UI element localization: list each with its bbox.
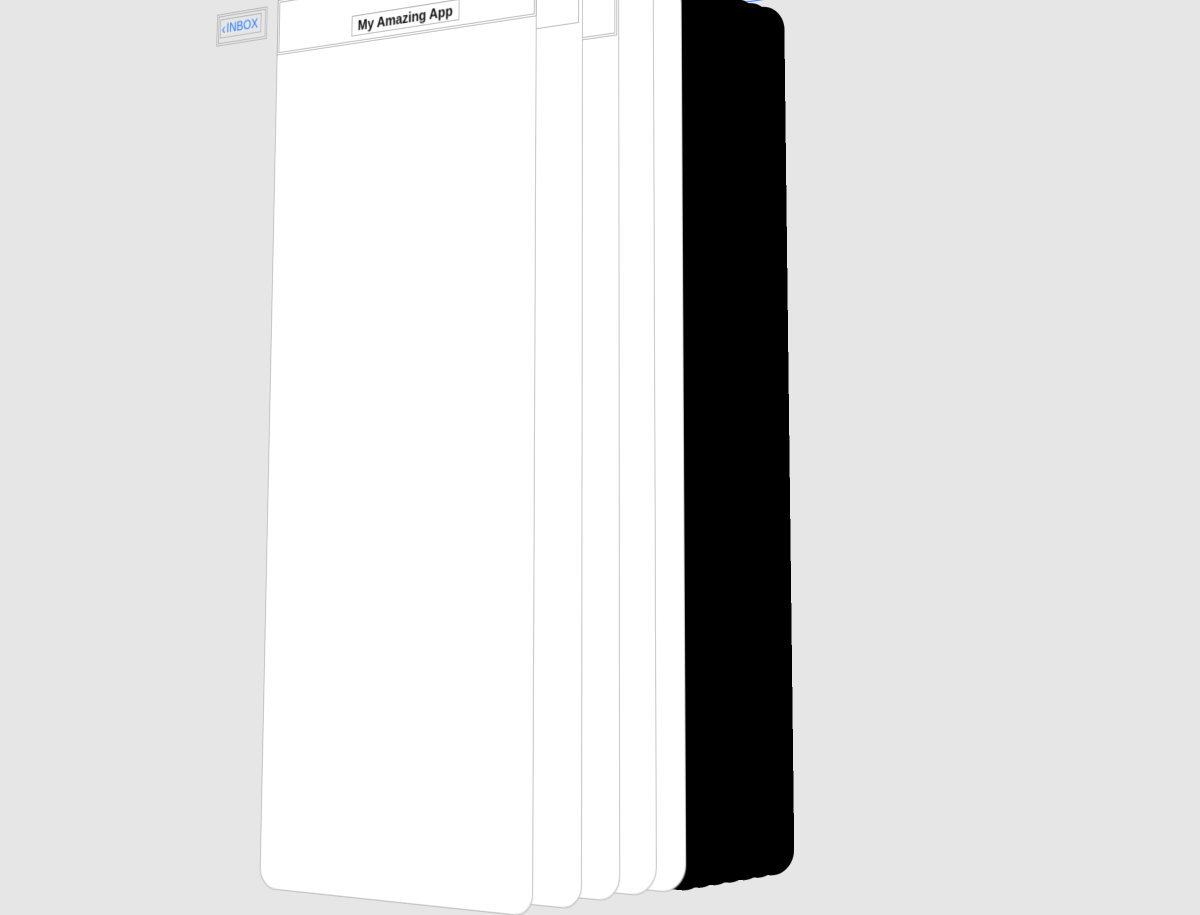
exploded-scene: My Amazing App ‹ INBOX UIWindowScene – (…	[148, 0, 1200, 601]
back-button-label: INBOX	[226, 15, 258, 35]
view-debugger-canvas[interactable]: My Amazing App ‹ INBOX UIWindowScene – (…	[0, 0, 1200, 589]
chevron-left-icon: ‹	[222, 22, 226, 36]
front-view-layer[interactable]: My Amazing App	[259, 0, 537, 915]
